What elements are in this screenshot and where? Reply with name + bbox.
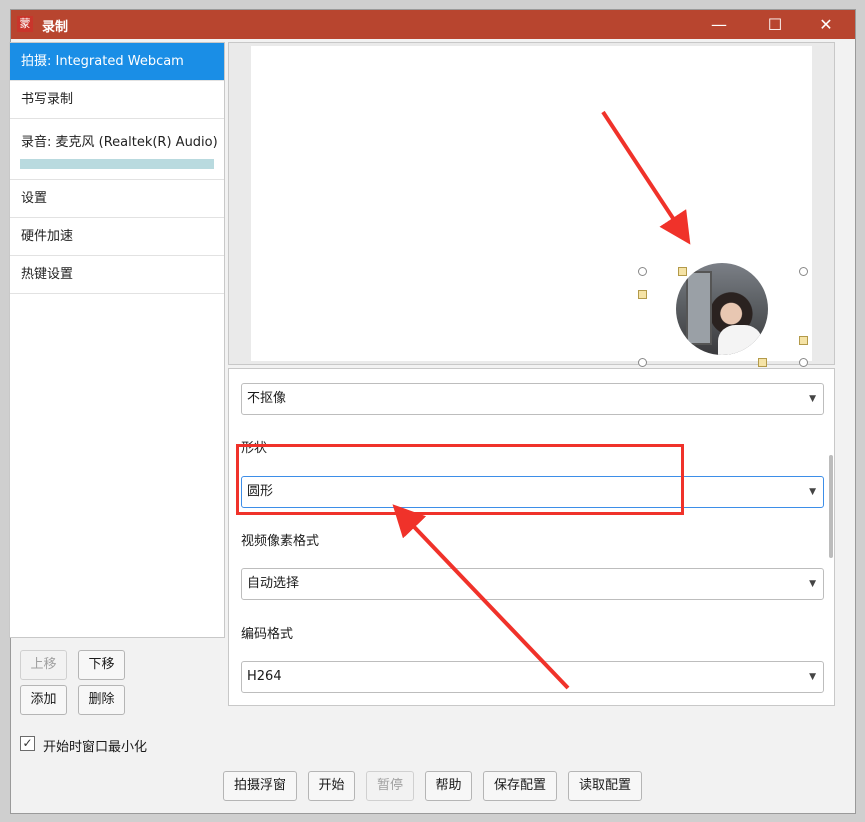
chevron-down-icon: ▼ [809, 672, 816, 682]
preview-panel [228, 42, 835, 367]
move-up-button[interactable]: 上移 [20, 650, 67, 680]
preview-canvas[interactable] [251, 46, 812, 367]
settings-panel: 不抠像 ▼ 形状 圆形 ▼ 视频像素格式 自动选择 ▼ 编码格式 H264 ▼ [228, 368, 835, 706]
window-title: 录制 [42, 20, 69, 35]
float-window-button[interactable]: 拍摄浮窗 [223, 771, 297, 801]
chevron-down-icon: ▼ [809, 487, 816, 497]
resize-handle[interactable] [799, 358, 808, 367]
resize-handle[interactable] [638, 290, 647, 299]
help-button[interactable]: 帮助 [425, 771, 472, 801]
codec-label: 编码格式 [241, 627, 294, 642]
source-list: 拍摄: Integrated Webcam 书写录制 录音: 麦克风 (Real… [9, 42, 225, 638]
annotation-highlight-box [236, 444, 684, 515]
close-button[interactable]: ✕ [803, 10, 849, 39]
resize-handle[interactable] [758, 358, 767, 367]
minimize-on-start-checkbox[interactable]: ✓ [20, 736, 35, 751]
pixel-format-dropdown[interactable]: 自动选择 ▼ [241, 568, 824, 600]
delete-button[interactable]: 删除 [78, 685, 125, 715]
sidebar-item-audio-label: 录音: 麦克风 (Realtek(R) Audio) [21, 135, 218, 150]
sidebar-item-webcam[interactable]: 拍摄: Integrated Webcam [10, 43, 224, 81]
chevron-down-icon: ▼ [809, 394, 816, 404]
codec-dropdown[interactable]: H264 ▼ [241, 661, 824, 693]
save-config-button[interactable]: 保存配置 [483, 771, 557, 801]
sidebar-item-settings[interactable]: 设置 [10, 180, 224, 218]
resize-handle[interactable] [799, 267, 808, 276]
pixel-format-label: 视频像素格式 [241, 534, 320, 549]
add-button[interactable]: 添加 [20, 685, 67, 715]
move-down-button[interactable]: 下移 [78, 650, 125, 680]
sidebar-item-hardware-acceleration[interactable]: 硬件加速 [10, 218, 224, 256]
minimize-on-start-label: 开始时窗口最小化 [43, 740, 148, 755]
start-button[interactable]: 开始 [308, 771, 355, 801]
chevron-down-icon: ▼ [809, 579, 816, 589]
resize-handle[interactable] [638, 267, 647, 276]
load-config-button[interactable]: 读取配置 [568, 771, 642, 801]
title-bar[interactable]: 蒙 录制 — ☐ ✕ [11, 10, 855, 39]
webcam-background [686, 271, 712, 345]
webcam-overlay[interactable] [676, 263, 768, 355]
matting-dropdown[interactable]: 不抠像 ▼ [241, 383, 824, 415]
sidebar-item-audio[interactable]: 录音: 麦克风 (Realtek(R) Audio) [10, 119, 224, 180]
matting-value: 不抠像 [247, 391, 287, 406]
pixel-format-value: 自动选择 [247, 576, 300, 591]
maximize-button[interactable]: ☐ [752, 10, 798, 39]
minimize-button[interactable]: — [696, 10, 742, 39]
pause-button[interactable]: 暂停 [366, 771, 414, 801]
webcam-person [718, 325, 762, 355]
resize-handle[interactable] [799, 336, 808, 345]
settings-scrollbar[interactable] [829, 455, 833, 558]
sidebar-item-handwriting[interactable]: 书写录制 [10, 81, 224, 119]
codec-value: H264 [247, 669, 282, 684]
sidebar-item-hotkeys[interactable]: 热键设置 [10, 256, 224, 294]
app-icon: 蒙 [17, 16, 33, 32]
audio-level-meter [20, 159, 214, 169]
resize-handle[interactable] [638, 358, 647, 367]
